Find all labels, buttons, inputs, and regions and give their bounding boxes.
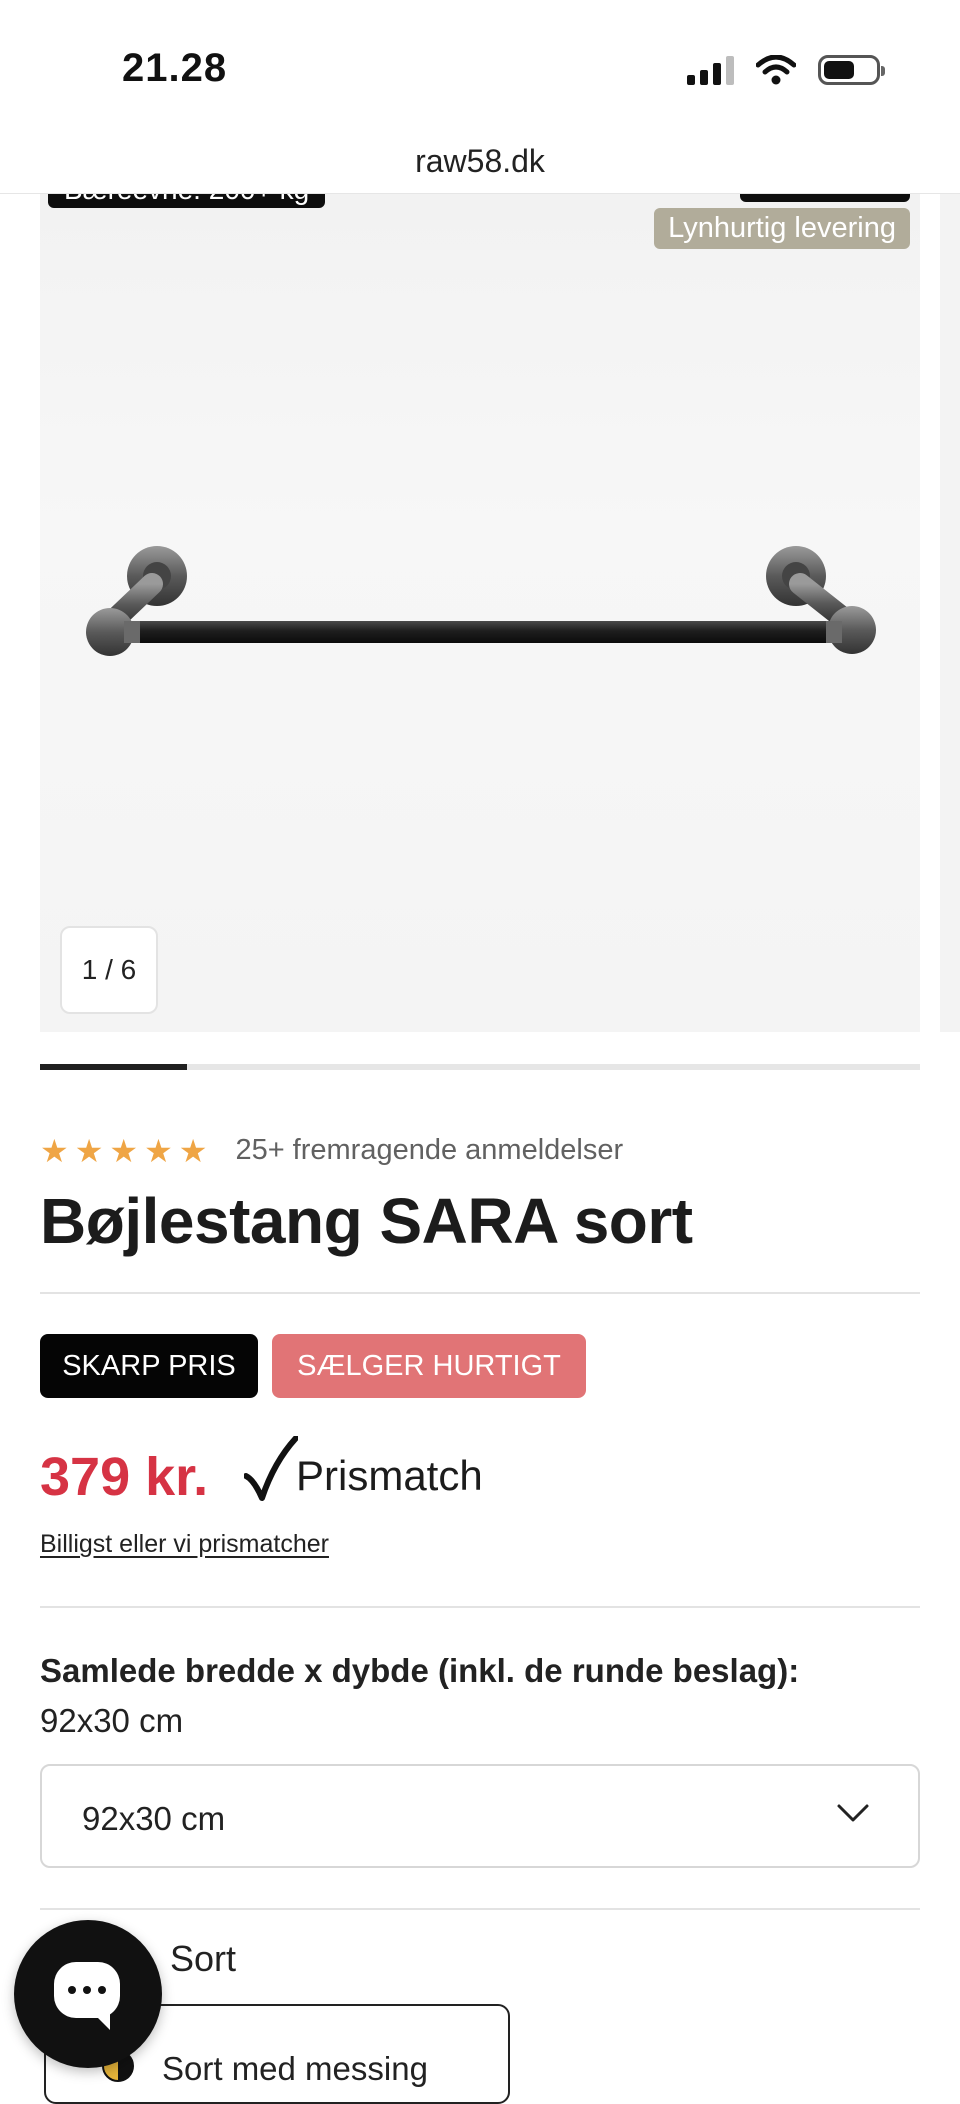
star-icon: ★ xyxy=(178,1132,208,1169)
divider xyxy=(40,1908,920,1910)
sharp-price-tag: SKARP PRIS xyxy=(40,1334,258,1398)
url-text: raw58.dk xyxy=(415,143,545,179)
color-swatch-label: Sort med messing xyxy=(162,2050,428,2087)
star-icon: ★ xyxy=(109,1132,139,1169)
product-price: 379 kr. xyxy=(40,1447,209,1507)
prismatch-badge: Prismatch xyxy=(244,1436,483,1504)
star-icon: ★ xyxy=(40,1132,69,1169)
cellular-signal-icon xyxy=(687,55,734,85)
size-option-label: Samlede bredde x dybde (inkl. de runde b… xyxy=(40,1652,800,1689)
size-select-value: 92x30 cm xyxy=(82,1800,226,1837)
promo-badge xyxy=(740,194,910,202)
divider xyxy=(40,1606,920,1608)
rating-row[interactable]: ★ ★ ★ ★ ★ 25+ fremragende anmeldelser xyxy=(40,1134,623,1167)
status-bar: 21.28 xyxy=(0,0,960,130)
checkmark-icon xyxy=(244,1436,298,1501)
selling-fast-tag: SÆLGER HURTIGT xyxy=(272,1334,586,1398)
reviews-count: 25+ fremragende anmeldelser xyxy=(235,1134,624,1166)
chat-bubble-icon xyxy=(54,1962,120,2030)
battery-icon xyxy=(818,55,885,85)
product-image xyxy=(86,546,876,656)
capacity-badge: Bæreevne: 200+ kg xyxy=(48,194,326,208)
color-option-value: Sort xyxy=(170,1938,237,1979)
size-option-value: 92x30 cm xyxy=(40,1702,184,1739)
star-icon: ★ xyxy=(144,1132,173,1169)
product-title: Bøjlestang SARA sort xyxy=(40,1185,693,1257)
address-bar[interactable]: raw58.dk xyxy=(0,130,960,194)
chevron-down-icon xyxy=(837,1804,869,1822)
price-match-link[interactable]: Billigst eller vi prismatcher xyxy=(40,1530,329,1559)
next-image-peek[interactable] xyxy=(940,194,960,1032)
prismatch-label: Prismatch xyxy=(296,1452,483,1499)
wifi-icon xyxy=(756,55,796,85)
fast-delivery-badge: Lynhurtig levering xyxy=(654,208,910,249)
star-icon: ★ xyxy=(74,1132,104,1169)
gallery-progress xyxy=(40,1064,920,1070)
product-image-gallery[interactable]: Bæreevne: 200+ kg Lynhurtig levering 1 /… xyxy=(40,194,920,1032)
status-icons xyxy=(687,50,885,90)
image-counter: 1 / 6 xyxy=(60,926,158,1014)
gallery-progress-fill xyxy=(40,1064,187,1070)
chat-button[interactable] xyxy=(14,1920,162,2068)
divider xyxy=(40,1292,920,1294)
size-select[interactable]: 92x30 cm xyxy=(40,1764,920,1868)
status-time: 21.28 xyxy=(122,46,228,90)
